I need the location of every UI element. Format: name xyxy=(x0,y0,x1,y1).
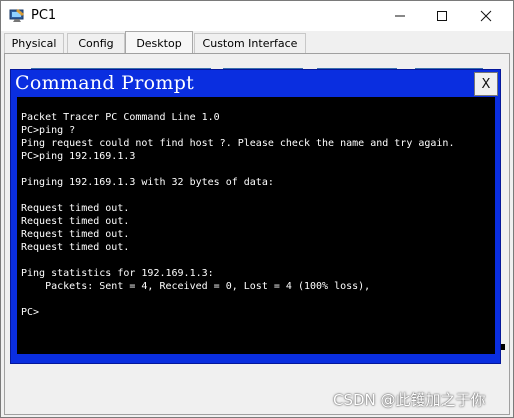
title-bar: PC1 xyxy=(1,1,513,31)
tab-custom-interface[interactable]: Custom Interface xyxy=(194,33,306,53)
maximize-icon xyxy=(436,7,448,26)
terminal-prompt: PC> xyxy=(21,307,40,318)
command-prompt-title: Command Prompt xyxy=(15,72,195,94)
terminal-line: Ping request could not find host ?. Plea… xyxy=(21,138,455,149)
watermark: CSDN @此镬加之于你 xyxy=(333,391,486,409)
terminal-line: Request timed out. xyxy=(21,203,130,214)
tab-bar: Physical Config Desktop Custom Interface xyxy=(1,31,513,54)
terminal-line: PC>ping 192.169.1.3 xyxy=(21,151,136,162)
background-marker xyxy=(501,344,505,350)
terminal-line: Request timed out. xyxy=(21,229,130,240)
close-icon: X xyxy=(481,76,491,92)
close-button[interactable] xyxy=(463,1,509,31)
maximize-button[interactable] xyxy=(419,1,465,31)
minimize-button[interactable] xyxy=(377,1,423,31)
tab-desktop[interactable]: Desktop xyxy=(125,31,193,54)
minimize-icon xyxy=(394,7,406,26)
terminal-line: PC>ping ? xyxy=(21,125,76,136)
pc-icon xyxy=(9,8,25,24)
command-prompt-close-button[interactable]: X xyxy=(474,72,498,96)
terminal-line: Pinging 192.169.1.3 with 32 bytes of dat… xyxy=(21,177,274,188)
terminal-output[interactable]: Packet Tracer PC Command Line 1.0 PC>pin… xyxy=(17,97,495,354)
pc1-window: PC1 Physical Config Desktop Custom Inter… xyxy=(0,0,514,418)
tab-config[interactable]: Config xyxy=(67,33,125,53)
tab-physical[interactable]: Physical xyxy=(4,33,64,53)
terminal-line: Request timed out. xyxy=(21,242,130,253)
terminal-line: Packets: Sent = 4, Received = 0, Lost = … xyxy=(21,281,371,292)
terminal-line: Ping statistics for 192.169.1.3: xyxy=(21,268,214,279)
window-title: PC1 xyxy=(31,8,57,23)
terminal-line: Request timed out. xyxy=(21,216,130,227)
terminal-line: Packet Tracer PC Command Line 1.0 xyxy=(21,112,220,123)
close-icon xyxy=(480,7,492,26)
